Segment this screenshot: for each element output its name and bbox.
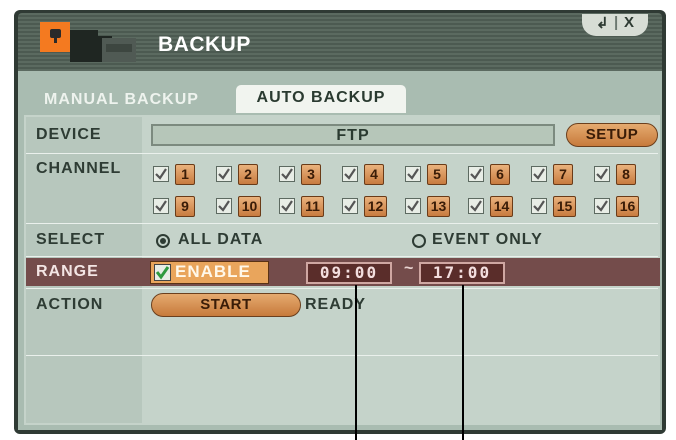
channel-number: 16 (616, 196, 639, 217)
row-divider (26, 153, 658, 154)
checkmark-icon (470, 200, 482, 212)
checkmark-icon (344, 200, 356, 212)
checkmark-icon (407, 200, 419, 212)
channel-number: 8 (616, 164, 636, 185)
channel-number: 12 (364, 196, 387, 217)
channel-checkbox[interactable] (279, 166, 295, 182)
checkmark-icon (218, 200, 230, 212)
channel-number: 6 (490, 164, 510, 185)
all-data-label: ALL DATA (178, 231, 264, 248)
channel-checkbox[interactable] (342, 198, 358, 214)
checkmark-icon (596, 200, 608, 212)
checkmark-icon (596, 168, 608, 180)
channel-checkbox[interactable] (153, 166, 169, 182)
channel-checkbox[interactable] (342, 166, 358, 182)
start-button[interactable]: START (151, 293, 301, 317)
event-only-label: EVENT ONLY (432, 231, 543, 248)
row-divider (26, 288, 658, 289)
enter-icon[interactable]: ↲ (596, 14, 609, 32)
channel-checkbox[interactable] (405, 198, 421, 214)
channel-checkbox[interactable] (594, 198, 610, 214)
end-time-field[interactable]: 17:00 (419, 262, 505, 284)
channel-number: 7 (553, 164, 573, 185)
checkmark-icon (533, 200, 545, 212)
backup-device-icon (40, 22, 136, 62)
window-controls: ↲ | X (582, 14, 648, 36)
device-select[interactable]: FTP (151, 124, 555, 146)
checkmark-icon (533, 168, 545, 180)
channel-checkbox[interactable] (531, 166, 547, 182)
checkmark-icon (218, 168, 230, 180)
channel-number: 14 (490, 196, 513, 217)
select-label: SELECT (36, 231, 106, 248)
control-divider: | (614, 14, 619, 31)
channel-number: 2 (238, 164, 258, 185)
checkmark-icon (470, 168, 482, 180)
checkmark-icon (281, 200, 293, 212)
checkmark-icon (344, 168, 356, 180)
channel-number: 15 (553, 196, 576, 217)
enable-label: ENABLE (175, 262, 251, 281)
range-separator: ~ (404, 260, 414, 277)
tab-manual-backup[interactable]: MANUAL BACKUP (44, 87, 199, 113)
channel-checkbox[interactable] (468, 166, 484, 182)
row-divider (26, 355, 658, 356)
channel-checkbox[interactable] (279, 198, 295, 214)
pointer-line-end-time (462, 285, 464, 440)
tab-auto-backup[interactable]: AUTO BACKUP (236, 85, 406, 113)
channel-label: CHANNEL (36, 160, 122, 177)
checkmark-icon (407, 168, 419, 180)
enable-checkbox[interactable] (154, 264, 171, 281)
pointer-line-start-time (355, 285, 357, 440)
channel-checkbox[interactable] (216, 166, 232, 182)
checkmark-icon (155, 168, 167, 180)
setup-button[interactable]: SETUP (566, 123, 658, 147)
checkmark-icon (155, 200, 167, 212)
event-only-radio[interactable] (412, 234, 426, 248)
checkmark-icon (155, 266, 170, 280)
close-icon[interactable]: X (624, 14, 634, 31)
row-divider (26, 256, 658, 257)
start-time-field[interactable]: 09:00 (306, 262, 392, 284)
range-label: RANGE (36, 263, 99, 280)
channel-number: 13 (427, 196, 450, 217)
row-divider (26, 223, 658, 224)
checkmark-icon (281, 168, 293, 180)
channel-checkbox[interactable] (594, 166, 610, 182)
action-label: ACTION (36, 296, 104, 313)
channel-number: 4 (364, 164, 384, 185)
channel-checkbox[interactable] (153, 198, 169, 214)
channel-checkbox[interactable] (216, 198, 232, 214)
channel-number: 3 (301, 164, 321, 185)
channel-number: 10 (238, 196, 261, 217)
channel-number: 1 (175, 164, 195, 185)
channel-checkbox[interactable] (531, 198, 547, 214)
all-data-radio[interactable] (156, 234, 170, 248)
channel-number: 9 (175, 196, 195, 217)
channel-number: 11 (301, 196, 324, 217)
channel-checkbox[interactable] (405, 166, 421, 182)
channel-checkbox[interactable] (468, 198, 484, 214)
channel-number: 5 (427, 164, 447, 185)
device-label: DEVICE (36, 126, 102, 143)
window-title: BACKUP (158, 33, 251, 56)
